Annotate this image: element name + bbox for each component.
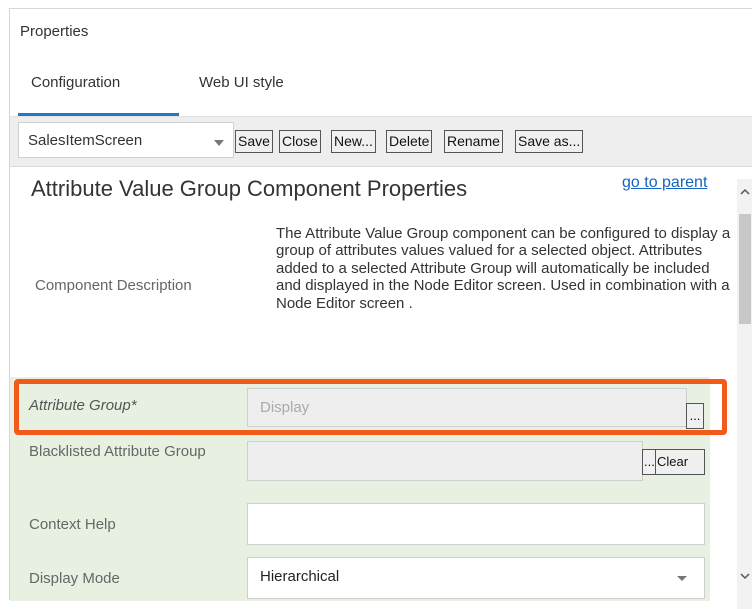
- context-help-label: Context Help: [29, 516, 116, 533]
- toolbar: SalesItemScreen Save Close New... Delete…: [10, 117, 752, 167]
- chevron-down-icon: [214, 140, 224, 146]
- properties-panel: Properties Configuration Web UI style Sa…: [9, 8, 752, 609]
- vertical-scrollbar[interactable]: [737, 179, 752, 609]
- rename-button[interactable]: Rename: [444, 130, 503, 153]
- screen-select-value: SalesItemScreen: [28, 132, 143, 149]
- tab-configuration[interactable]: Configuration: [31, 74, 120, 91]
- scrollbar-thumb[interactable]: [739, 214, 751, 324]
- tab-web-ui-style[interactable]: Web UI style: [199, 74, 284, 91]
- blacklisted-group-browse-button[interactable]: ...: [642, 449, 656, 475]
- blacklisted-group-clear-button[interactable]: Clear: [655, 449, 705, 475]
- new-button[interactable]: New...: [331, 130, 376, 153]
- context-help-input[interactable]: [247, 503, 705, 545]
- save-button[interactable]: Save: [235, 130, 273, 153]
- chevron-down-icon[interactable]: [740, 571, 750, 581]
- chevron-down-icon: [677, 576, 687, 581]
- go-to-parent-link[interactable]: go to parent: [622, 174, 707, 192]
- component-description-label: Component Description: [35, 277, 192, 294]
- panel-title: Properties: [20, 23, 89, 40]
- blacklisted-group-label: Blacklisted Attribute Group: [29, 443, 206, 460]
- delete-button[interactable]: Delete: [386, 130, 433, 153]
- attribute-group-highlight: [14, 379, 727, 435]
- blacklisted-group-field: [247, 441, 643, 481]
- chevron-up-icon[interactable]: [740, 187, 750, 197]
- display-mode-value: Hierarchical: [260, 568, 340, 585]
- display-mode-label: Display Mode: [29, 570, 120, 587]
- display-mode-select[interactable]: Hierarchical: [247, 557, 705, 599]
- component-description-text: The Attribute Value Group component can …: [276, 225, 731, 312]
- screen-select[interactable]: SalesItemScreen: [18, 122, 234, 158]
- page-title: Attribute Value Group Component Properti…: [31, 176, 468, 201]
- save-as-button[interactable]: Save as...: [515, 130, 584, 153]
- close-button[interactable]: Close: [279, 130, 321, 153]
